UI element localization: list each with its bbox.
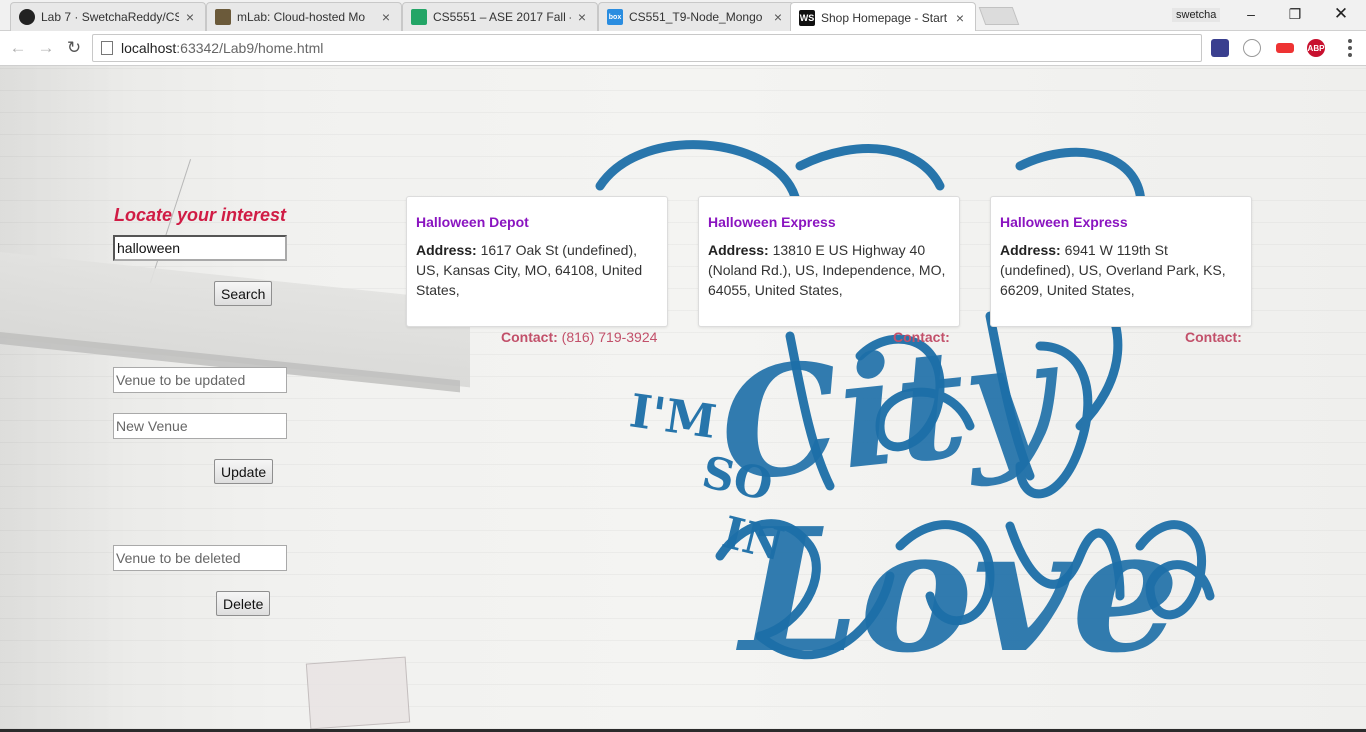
venue-address: Address: 1617 Oak St (undefined), US, Ka… xyxy=(416,240,658,300)
delete-button[interactable]: Delete xyxy=(216,591,271,616)
address-bar[interactable]: localhost:63342/Lab9/home.html xyxy=(92,34,1202,62)
forward-arrow-icon[interactable]: → xyxy=(34,36,58,60)
url-host: localhost xyxy=(121,40,177,56)
profile-name[interactable]: swetcha xyxy=(1172,8,1221,22)
address-label: Address: xyxy=(708,242,769,258)
new-venue-input[interactable] xyxy=(113,413,287,439)
mural-word-0: I'M xyxy=(626,383,719,449)
extension-icon-2[interactable] xyxy=(1243,39,1261,57)
mural-word-love: Love xyxy=(740,491,1180,691)
sheets-icon xyxy=(411,9,427,25)
url-path: :63342/Lab9/home.html xyxy=(176,40,324,56)
venue-contact: Contact: xyxy=(1185,329,1242,345)
tab-title: CS551_T9-Node_Mongo xyxy=(629,10,763,24)
tab-strip: Lab 7 · SwetchaReddy/CS × mLab: Cloud-ho… xyxy=(0,0,1366,32)
webstorm-icon: WS xyxy=(799,9,815,26)
browser-toolbar: ← → ↻ localhost:63342/Lab9/home.html ABP xyxy=(0,31,1366,66)
tab-title: Lab 7 · SwetchaReddy/CS xyxy=(41,10,179,24)
browser-tab-3[interactable]: box CS551_T9-Node_Mongo × xyxy=(598,2,794,31)
window-close-icon[interactable]: ✕ xyxy=(1328,3,1354,25)
browser-tab-0[interactable]: Lab 7 · SwetchaReddy/CS × xyxy=(10,2,206,31)
restore-icon[interactable]: ❐ xyxy=(1282,3,1308,25)
close-icon[interactable]: × xyxy=(771,9,785,25)
page-viewport: I'M SO IN Locate your interest Search Up… xyxy=(0,66,1366,729)
search-input[interactable] xyxy=(113,235,287,261)
tab-title: mLab: Cloud-hosted Mo xyxy=(237,10,366,24)
browser-tab-active[interactable]: WS Shop Homepage - Start I × xyxy=(790,2,976,32)
browser-tab-1[interactable]: mLab: Cloud-hosted Mo × xyxy=(206,2,402,31)
venue-to-delete-input[interactable] xyxy=(113,545,287,571)
contact-label: Contact: xyxy=(501,329,558,345)
contact-label: Contact: xyxy=(1185,329,1242,345)
background-sticker xyxy=(305,656,411,729)
new-tab-button[interactable] xyxy=(978,7,1020,25)
venue-name: Halloween Express xyxy=(708,214,836,230)
result-card: Halloween Express Address: 13810 E US Hi… xyxy=(698,196,960,327)
page-icon xyxy=(101,41,113,55)
extension-icon-1[interactable] xyxy=(1211,39,1229,57)
venue-to-update-input[interactable] xyxy=(113,367,287,393)
menu-icon[interactable] xyxy=(1346,39,1354,57)
tab-title: Shop Homepage - Start I xyxy=(821,10,949,25)
update-button[interactable]: Update xyxy=(214,459,274,484)
form-heading: Locate your interest xyxy=(114,205,287,225)
mlab-icon xyxy=(215,9,231,25)
browser-tab-2[interactable]: CS5551 – ASE 2017 Fall - × xyxy=(402,2,598,31)
search-button[interactable]: Search xyxy=(214,281,273,306)
venue-name: Halloween Express xyxy=(1000,214,1128,230)
mural-word-city: City xyxy=(711,306,1062,516)
result-card: Halloween Depot Address: 1617 Oak St (un… xyxy=(406,196,668,327)
github-icon xyxy=(19,9,35,25)
venue-address: Address: 13810 E US Highway 40 (Noland R… xyxy=(708,240,950,300)
extension-icon-3[interactable] xyxy=(1276,43,1294,53)
address-label: Address: xyxy=(416,242,477,258)
close-icon[interactable]: × xyxy=(379,9,393,25)
reload-icon[interactable]: ↻ xyxy=(62,36,86,60)
address-label: Address: xyxy=(1000,242,1061,258)
contact-phone: (816) 719-3924 xyxy=(561,329,658,345)
venue-contact: Contact: (816) 719-3924 xyxy=(501,329,657,345)
minimize-icon[interactable]: – xyxy=(1238,3,1264,25)
adblock-plus-icon[interactable]: ABP xyxy=(1307,39,1325,57)
back-arrow-icon[interactable]: ← xyxy=(6,36,30,60)
venue-name: Halloween Depot xyxy=(416,214,529,230)
background-shading xyxy=(0,66,130,729)
close-icon[interactable]: × xyxy=(953,10,967,26)
tab-title: CS5551 – ASE 2017 Fall - xyxy=(433,10,571,24)
venue-address: Address: 6941 W 119th St (undefined), US… xyxy=(1000,240,1242,300)
close-icon[interactable]: × xyxy=(183,9,197,25)
box-icon: box xyxy=(607,9,623,25)
close-icon[interactable]: × xyxy=(575,9,589,25)
